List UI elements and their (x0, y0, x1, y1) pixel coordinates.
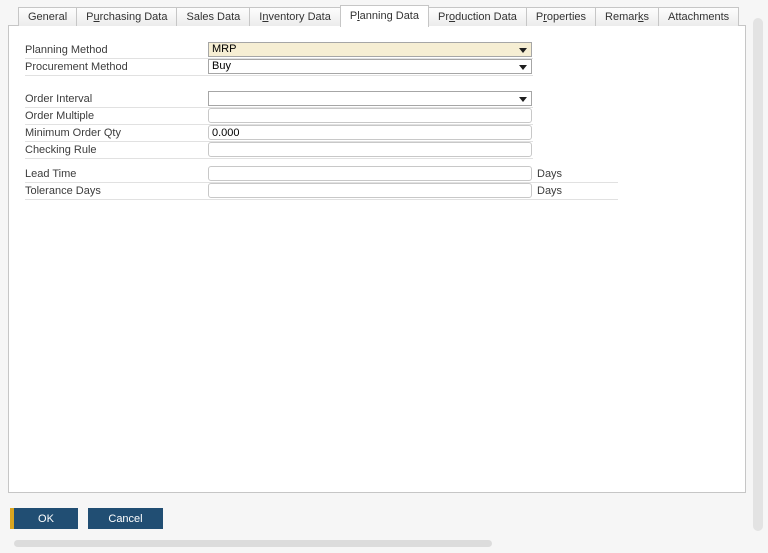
planning-data-panel: Planning Method MRP Procurement Method B… (8, 25, 746, 493)
tab-production-data[interactable]: Production Data (428, 7, 527, 26)
minimum-order-qty-input[interactable] (208, 125, 532, 140)
form-row-order-interval: Order Interval (25, 91, 533, 108)
cancel-button[interactable]: Cancel (88, 508, 163, 529)
ok-button[interactable]: OK (10, 508, 78, 529)
chevron-down-icon (519, 48, 527, 53)
tolerance-days-label: Tolerance Days (25, 185, 101, 197)
chevron-down-icon (519, 65, 527, 70)
lead-time-label: Lead Time (25, 168, 76, 180)
order-interval-label: Order Interval (25, 93, 92, 105)
tab-purchasing-data[interactable]: Purchasing Data (76, 7, 177, 26)
form-row-minimum-order-qty: Minimum Order Qty (25, 125, 533, 142)
chevron-down-icon (519, 97, 527, 102)
tab-sales-data[interactable]: Sales Data (176, 7, 250, 26)
horizontal-scrollbar[interactable] (14, 540, 492, 547)
tolerance-days-input[interactable] (208, 183, 532, 198)
procurement-method-dropdown[interactable]: Buy (208, 59, 532, 74)
tab-planning-data[interactable]: Planning Data (340, 5, 429, 27)
tolerance-days-unit-label: Days (537, 185, 562, 197)
tab-bar: GeneralPurchasing DataSales DataInventor… (18, 5, 739, 26)
form-row-tolerance-days: Tolerance Days Days (25, 183, 618, 200)
procurement-method-label: Procurement Method (25, 61, 128, 73)
checking-rule-input[interactable] (208, 142, 532, 157)
tab-remarks[interactable]: Remarks (595, 7, 659, 26)
tab-attachments[interactable]: Attachments (658, 7, 739, 26)
tab-general[interactable]: General (18, 7, 77, 26)
form-row-lead-time: Lead Time Days (25, 166, 618, 183)
form-group-spacer (25, 159, 618, 166)
form-row-planning-method: Planning Method MRP (25, 42, 533, 59)
planning-form: Planning Method MRP Procurement Method B… (25, 42, 618, 200)
form-group-spacer (25, 76, 618, 91)
planning-method-label: Planning Method (25, 44, 108, 56)
form-row-checking-rule: Checking Rule (25, 142, 533, 159)
vertical-scrollbar[interactable] (753, 18, 763, 531)
minimum-order-qty-label: Minimum Order Qty (25, 127, 121, 139)
order-multiple-input[interactable] (208, 108, 532, 123)
procurement-method-value: Buy (212, 60, 231, 72)
tab-inventory-data[interactable]: Inventory Data (249, 7, 341, 26)
checking-rule-label: Checking Rule (25, 144, 97, 156)
order-interval-dropdown[interactable] (208, 91, 532, 106)
tab-properties[interactable]: Properties (526, 7, 596, 26)
planning-method-value: MRP (212, 43, 236, 55)
form-row-procurement-method: Procurement Method Buy (25, 59, 533, 76)
lead-time-unit-label: Days (537, 168, 562, 180)
order-multiple-label: Order Multiple (25, 110, 94, 122)
form-row-order-multiple: Order Multiple (25, 108, 533, 125)
lead-time-input[interactable] (208, 166, 532, 181)
planning-method-dropdown[interactable]: MRP (208, 42, 532, 57)
